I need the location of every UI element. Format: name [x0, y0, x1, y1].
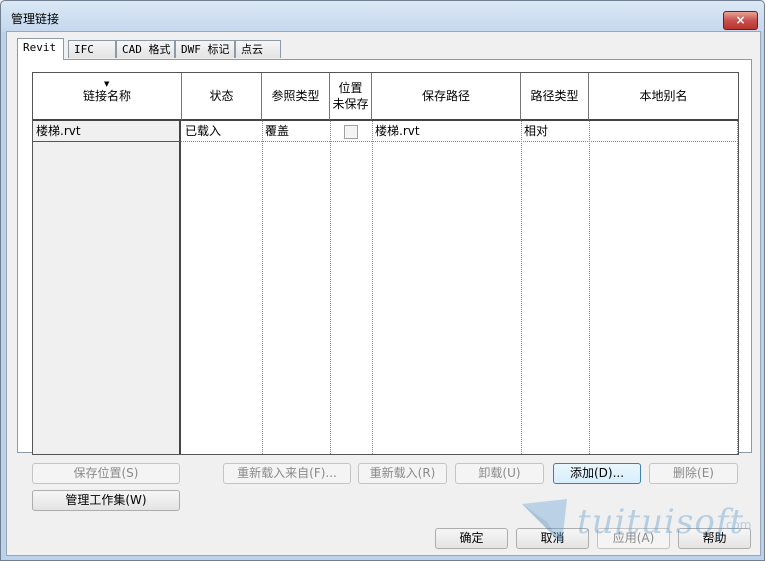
column-header-saved-path[interactable]: 保存路径 — [372, 73, 521, 121]
apply-button[interactable]: 应用(A) — [597, 528, 670, 549]
tab-revit[interactable]: Revit — [17, 38, 64, 60]
column-header-position-unsaved[interactable]: 位置 未保存 — [330, 73, 372, 121]
tab-cad-formats[interactable]: CAD 格式 — [116, 40, 175, 58]
cell-reference-type[interactable]: 覆盖 — [262, 121, 330, 141]
help-button[interactable]: 帮助 — [678, 528, 751, 549]
column-divider — [737, 121, 738, 454]
cancel-button[interactable]: 取消 — [516, 528, 589, 549]
position-unsaved-checkbox[interactable] — [344, 125, 358, 139]
dialog-title: 管理链接 — [11, 12, 60, 26]
sort-down-icon: ▼ — [104, 80, 110, 88]
dialog-client-area: Revit IFC CAD 格式 DWF 标记 点云 ▼ 链接名称 状态 参照类… — [6, 31, 761, 556]
save-positions-button[interactable]: 保存位置(S) — [32, 463, 180, 484]
add-button[interactable]: 添加(D)... — [553, 463, 641, 484]
manage-links-dialog: 管理链接 × Revit IFC CAD 格式 DWF 标记 点云 ▼ 链接名称… — [0, 0, 765, 561]
title-bar: 管理链接 × — [1, 1, 764, 31]
row-divider — [181, 141, 738, 142]
column-divider — [372, 121, 373, 454]
reload-button[interactable]: 重新载入(R) — [358, 463, 447, 484]
cell-local-alias[interactable] — [589, 121, 738, 141]
tab-point-clouds[interactable]: 点云 — [235, 40, 281, 58]
column-header-path-type[interactable]: 路径类型 — [521, 73, 589, 121]
unload-button[interactable]: 卸载(U) — [455, 463, 544, 484]
cell-link-name[interactable]: 楼梯.rvt — [33, 121, 181, 141]
column-divider — [589, 121, 590, 454]
column-divider — [330, 121, 331, 454]
reload-from-button[interactable]: 重新载入来自(F)... — [223, 463, 351, 484]
manage-worksets-button[interactable]: 管理工作集(W) — [32, 490, 180, 511]
link-name-column — [33, 121, 181, 454]
ok-button[interactable]: 确定 — [435, 528, 508, 549]
column-header-status[interactable]: 状态 — [182, 73, 262, 121]
column-header-local-alias[interactable]: 本地别名 — [589, 73, 738, 121]
tab-dwf-markups[interactable]: DWF 标记 — [175, 40, 235, 58]
column-header-reference-type[interactable]: 参照类型 — [262, 73, 330, 121]
column-divider — [521, 121, 522, 454]
close-button[interactable]: × — [723, 11, 758, 30]
remove-button[interactable]: 删除(E) — [649, 463, 738, 484]
cell-path-type[interactable]: 相对 — [521, 121, 589, 141]
cell-saved-path[interactable]: 楼梯.rvt — [372, 121, 521, 141]
cell-status[interactable]: 已载入 — [182, 121, 262, 141]
links-table: ▼ 链接名称 状态 参照类型 位置 未保存 保存路径 路径类型 本地别名 楼梯.… — [32, 72, 739, 455]
column-header-link-name[interactable]: ▼ 链接名称 — [33, 73, 182, 121]
tab-ifc[interactable]: IFC — [68, 40, 116, 58]
tab-panel-revit: ▼ 链接名称 状态 参照类型 位置 未保存 保存路径 路径类型 本地别名 楼梯.… — [17, 59, 752, 455]
row-divider — [33, 141, 181, 142]
column-divider — [262, 121, 263, 454]
